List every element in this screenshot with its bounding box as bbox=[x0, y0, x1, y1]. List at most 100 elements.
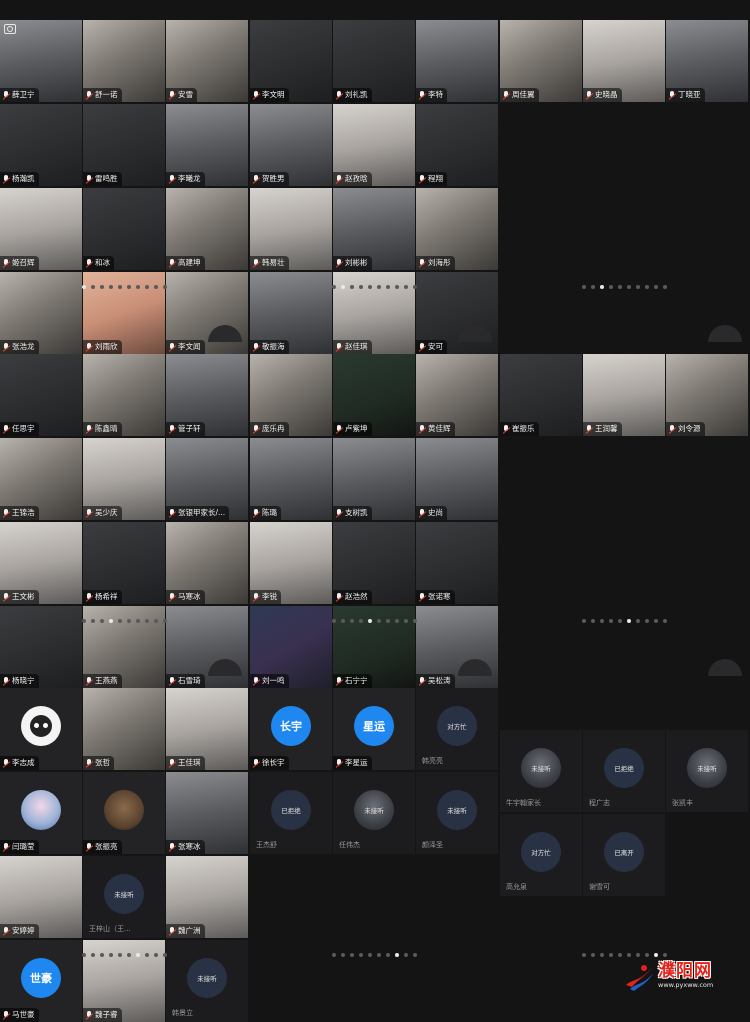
page-dot-active[interactable] bbox=[136, 953, 140, 957]
page-dot[interactable] bbox=[386, 953, 390, 957]
page-dot[interactable] bbox=[582, 953, 586, 957]
page-dot[interactable] bbox=[118, 285, 122, 289]
participant-video-tile[interactable]: 韩易壮 bbox=[250, 188, 332, 270]
participant-video-tile[interactable]: 马寒冰 bbox=[166, 522, 248, 604]
page-dot[interactable] bbox=[350, 619, 354, 623]
page-dot[interactable] bbox=[591, 953, 595, 957]
page-dot-active[interactable] bbox=[109, 619, 113, 623]
page-dot[interactable] bbox=[609, 619, 613, 623]
page-dot[interactable] bbox=[154, 953, 158, 957]
page-dot[interactable] bbox=[109, 285, 113, 289]
page-dot[interactable] bbox=[145, 953, 149, 957]
camera-switch-icon[interactable] bbox=[4, 24, 16, 34]
participant-video-tile[interactable]: 王锦浩 bbox=[0, 438, 82, 520]
page-dot[interactable] bbox=[377, 285, 381, 289]
page-dot[interactable] bbox=[618, 285, 622, 289]
participant-status-tile[interactable]: 对方忙 韩亮亮 bbox=[416, 688, 498, 770]
page-dot[interactable] bbox=[82, 619, 86, 623]
participant-video-tile[interactable]: 李特 bbox=[416, 20, 498, 102]
participant-avatar-tile[interactable]: 张振亮 bbox=[83, 772, 165, 854]
participant-video-tile[interactable]: 史尚 bbox=[416, 438, 498, 520]
page-dot[interactable] bbox=[404, 619, 408, 623]
page-indicator[interactable] bbox=[250, 953, 499, 959]
participant-video-tile[interactable]: 刘令源 bbox=[666, 354, 748, 436]
participant-video-tile[interactable]: 陈璐 bbox=[250, 438, 332, 520]
page-dot[interactable] bbox=[145, 619, 149, 623]
page-dot[interactable] bbox=[645, 953, 649, 957]
participant-video-tile[interactable]: 刘彬彬 bbox=[333, 188, 415, 270]
page-dot[interactable] bbox=[663, 285, 667, 289]
participant-video-tile[interactable]: 丁晓亚 bbox=[666, 20, 748, 102]
page-dot[interactable] bbox=[636, 285, 640, 289]
page-dot[interactable] bbox=[350, 953, 354, 957]
page-dot[interactable] bbox=[341, 953, 345, 957]
participant-video-tile[interactable]: 薛卫宁 bbox=[0, 20, 82, 102]
participant-status-tile[interactable]: 已拒绝 王杰舒 bbox=[250, 772, 332, 854]
participant-video-tile[interactable]: 贺胜男 bbox=[250, 104, 332, 186]
page-dot[interactable] bbox=[332, 285, 336, 289]
page-dot[interactable] bbox=[341, 619, 345, 623]
participant-status-tile[interactable]: 未接听 任伟杰 bbox=[333, 772, 415, 854]
page-dot[interactable] bbox=[591, 285, 595, 289]
participant-status-tile[interactable]: 对方忙 高允泉 bbox=[500, 814, 582, 896]
page-dot[interactable] bbox=[654, 619, 658, 623]
participant-video-tile[interactable]: 姬召辉 bbox=[0, 188, 82, 270]
page-dot[interactable] bbox=[582, 619, 586, 623]
expand-handle[interactable] bbox=[708, 659, 742, 676]
page-dot[interactable] bbox=[163, 285, 167, 289]
page-dot[interactable] bbox=[377, 953, 381, 957]
participant-video-tile[interactable]: 支树凯 bbox=[333, 438, 415, 520]
page-dot[interactable] bbox=[600, 619, 604, 623]
page-dot[interactable] bbox=[618, 619, 622, 623]
participant-status-tile[interactable]: 未接听 牛宇翰家长 bbox=[500, 730, 582, 812]
page-dot[interactable] bbox=[118, 619, 122, 623]
page-dot[interactable] bbox=[377, 619, 381, 623]
participant-video-tile[interactable]: 安婷婷 bbox=[0, 856, 82, 938]
page-dot[interactable] bbox=[645, 619, 649, 623]
page-dot[interactable] bbox=[332, 953, 336, 957]
page-dot[interactable] bbox=[82, 953, 86, 957]
page-dot[interactable] bbox=[359, 619, 363, 623]
page-dot[interactable] bbox=[395, 285, 399, 289]
page-dot-active[interactable] bbox=[368, 619, 372, 623]
participant-avatar-tile[interactable]: 李志成 bbox=[0, 688, 82, 770]
page-dot-active[interactable] bbox=[82, 285, 86, 289]
participant-video-tile[interactable]: 张诺寒 bbox=[416, 522, 498, 604]
page-dot[interactable] bbox=[350, 285, 354, 289]
participant-avatar-tile[interactable]: 长宇 徐长宇 bbox=[250, 688, 332, 770]
page-dot[interactable] bbox=[618, 953, 622, 957]
participant-status-tile[interactable]: 未接听 张凯丰 bbox=[666, 730, 748, 812]
page-dot-active[interactable] bbox=[341, 285, 345, 289]
participant-video-tile[interactable]: 卢紫坤 bbox=[333, 354, 415, 436]
participant-video-tile[interactable]: 张寒冰 bbox=[166, 772, 248, 854]
participant-status-tile[interactable]: 已离开 谢雪可 bbox=[583, 814, 665, 896]
participant-video-tile[interactable]: 赵浩然 bbox=[333, 522, 415, 604]
page-dot[interactable] bbox=[663, 619, 667, 623]
participant-video-tile[interactable]: 王佳琪 bbox=[166, 688, 248, 770]
page-dot[interactable] bbox=[145, 285, 149, 289]
page-dot[interactable] bbox=[609, 285, 613, 289]
page-indicator[interactable] bbox=[500, 619, 749, 625]
page-dot[interactable] bbox=[91, 285, 95, 289]
page-dot[interactable] bbox=[609, 953, 613, 957]
page-dot[interactable] bbox=[100, 953, 104, 957]
page-indicator[interactable] bbox=[500, 285, 749, 291]
page-dot[interactable] bbox=[591, 619, 595, 623]
page-dot[interactable] bbox=[413, 619, 417, 623]
page-dot[interactable] bbox=[636, 953, 640, 957]
page-dot[interactable] bbox=[100, 619, 104, 623]
participant-video-tile[interactable]: 杨瀚凯 bbox=[0, 104, 82, 186]
page-dot[interactable] bbox=[413, 285, 417, 289]
participant-video-tile[interactable]: 黄佳辉 bbox=[416, 354, 498, 436]
page-dot[interactable] bbox=[91, 619, 95, 623]
page-dot-active[interactable] bbox=[627, 619, 631, 623]
page-dot[interactable] bbox=[645, 285, 649, 289]
participant-video-tile[interactable]: 高建坤 bbox=[166, 188, 248, 270]
page-dot[interactable] bbox=[386, 285, 390, 289]
participant-video-tile[interactable]: 管子轩 bbox=[166, 354, 248, 436]
page-indicator[interactable] bbox=[0, 619, 249, 625]
page-dot[interactable] bbox=[154, 285, 158, 289]
page-dot-active[interactable] bbox=[654, 953, 658, 957]
participant-video-tile[interactable]: 刘海彤 bbox=[416, 188, 498, 270]
page-dot[interactable] bbox=[136, 285, 140, 289]
